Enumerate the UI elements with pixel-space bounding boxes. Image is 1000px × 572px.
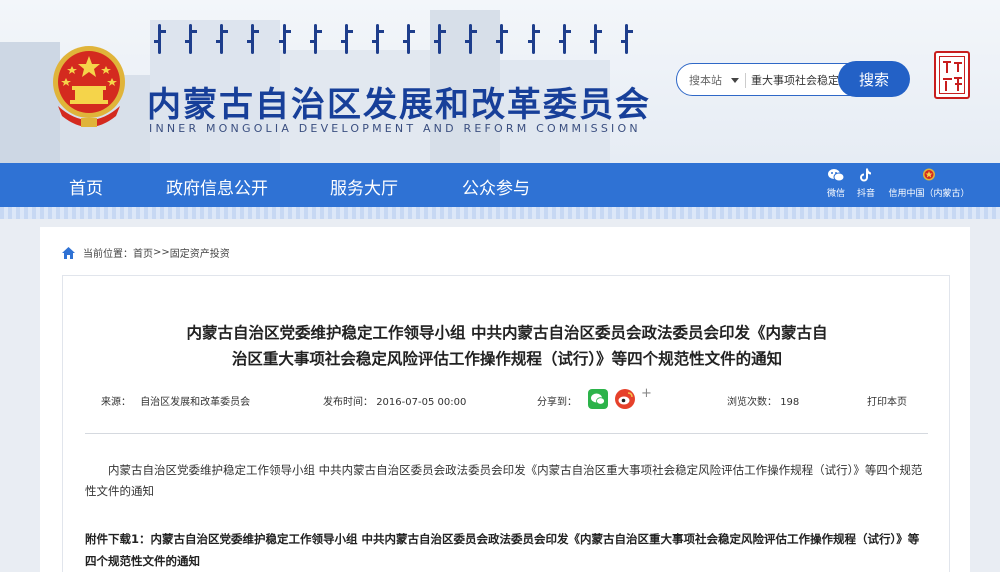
article-title-line: 治区重大事项社会稳定风险评估工作操作规程（试行）》等四个规范性文件的通知 — [231, 350, 783, 368]
mongolian-script-title — [154, 24, 633, 58]
nav-item-public-participation[interactable]: 公众参与 — [462, 174, 530, 199]
site-title: 内蒙古自治区发展和改革委员会 — [147, 85, 651, 125]
breadcrumb: 当前位置： 首页 >> 固定资产投资 — [62, 245, 230, 260]
views-value: 198 — [780, 397, 800, 408]
views-label: 浏览次数： — [727, 397, 777, 408]
article-title-line: 内蒙古自治区党委维护稳定工作领导小组 中共内蒙古自治区委员会政法委员会印发《内蒙… — [186, 324, 828, 342]
chevron-down-icon[interactable] — [731, 78, 739, 83]
share-wechat-icon[interactable] — [588, 389, 608, 409]
douyin-icon — [860, 168, 871, 182]
credit-china-icon — [923, 168, 935, 181]
breadcrumb-prefix: 当前位置： — [83, 249, 133, 260]
search-button[interactable]: 搜索 — [838, 61, 910, 97]
divider — [85, 433, 928, 434]
site-header: 内蒙古自治区发展和改革委员会 INNER MONGOLIA DEVELOPMEN… — [0, 0, 1000, 163]
search-scope-select[interactable]: 搜本站 — [689, 72, 722, 88]
article-title: 内蒙古自治区党委维护稳定工作领导小组 中共内蒙古自治区委员会政法委员会印发《内蒙… — [63, 320, 951, 372]
search-divider — [745, 73, 746, 88]
date-value: 2016-07-05 00:00 — [376, 397, 467, 408]
date-label: 发布时间： — [323, 397, 373, 408]
article-views: 浏览次数： 198 — [727, 393, 799, 408]
article-date: 发布时间： 2016-07-05 00:00 — [323, 393, 466, 408]
share-more-icon[interactable]: + — [641, 386, 652, 401]
nav-item-home[interactable]: 首页 — [69, 174, 103, 199]
source-value: 自治区发展和改革委员会 — [140, 397, 251, 408]
source-label: 来源： — [101, 397, 131, 408]
breadcrumb-home-link[interactable]: 首页 — [133, 245, 153, 260]
share-label: 分享到： — [537, 397, 577, 408]
nav-util-label: 信用中国（内蒙古） — [888, 189, 970, 199]
nav-item-service-hall[interactable]: 服务大厅 — [330, 174, 398, 199]
article-card: 内蒙古自治区党委维护稳定工作领导小组 中共内蒙古自治区委员会政法委员会印发《内蒙… — [62, 275, 950, 572]
print-button[interactable]: 打印本页 — [867, 393, 907, 408]
nav-decorative-stripe — [0, 207, 1000, 219]
regional-seal-icon — [934, 51, 970, 99]
site-subtitle: INNER MONGOLIA DEVELOPMENT AND REFORM CO… — [149, 122, 641, 135]
share-weibo-icon[interactable] — [615, 389, 635, 409]
article-body: 内蒙古自治区党委维护稳定工作领导小组 中共内蒙古自治区委员会政法委员会印发《内蒙… — [85, 463, 923, 498]
home-icon — [62, 246, 75, 259]
main-nav: 首页 政府信息公开 服务大厅 公众参与 微信 抖音 信用中国（内蒙古） — [0, 163, 1000, 207]
national-emblem-icon — [53, 46, 125, 127]
breadcrumb-separator: >> — [153, 247, 170, 258]
search-input[interactable] — [751, 70, 843, 90]
nav-util-credit-china[interactable]: 信用中国（内蒙古） — [884, 167, 974, 199]
attachment-link[interactable]: 附件下载1：内蒙古自治区党委维护稳定工作领导小组 中共内蒙古自治区委员会政法委员… — [85, 528, 928, 572]
article-source: 来源： 自治区发展和改革委员会 — [101, 393, 250, 408]
breadcrumb-current-link[interactable]: 固定资产投资 — [170, 245, 230, 260]
nav-item-gov-info[interactable]: 政府信息公开 — [166, 174, 268, 199]
main-content: 当前位置： 首页 >> 固定资产投资 内蒙古自治区党委维护稳定工作领导小组 中共… — [40, 227, 970, 572]
